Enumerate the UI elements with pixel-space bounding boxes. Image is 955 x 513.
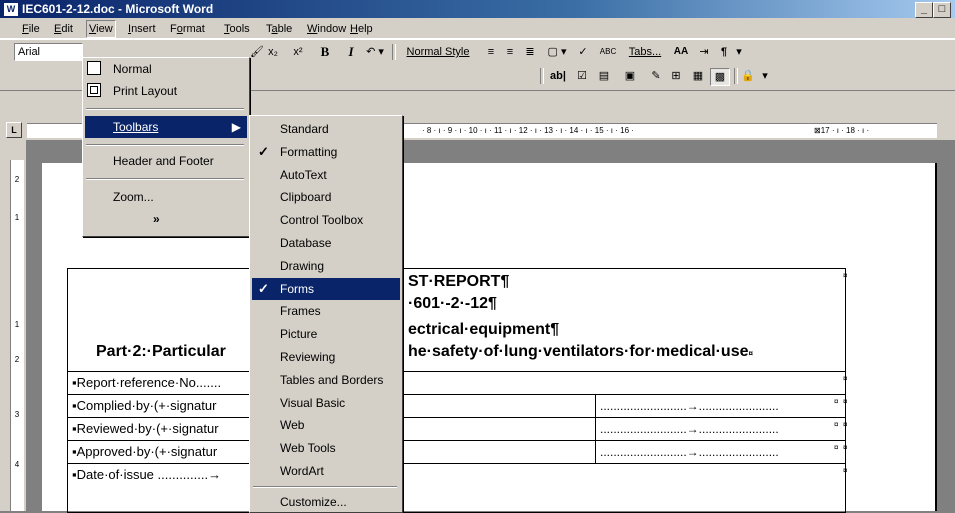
toolbar-options-icon[interactable]: ▾ [734,44,744,60]
toolbar-item-customize[interactable]: Customize... [252,491,400,513]
spelling-icon[interactable]: ✓ [575,44,591,60]
table-row[interactable]: ▪Date·of·issue ..............→ ¤ [68,463,847,486]
menu-item-header-footer[interactable]: Header and Footer [85,150,247,172]
protect-form-icon[interactable]: 🔒 [740,68,756,84]
tab-selector-icon[interactable]: L [6,122,22,138]
indent-icon[interactable]: ⇥ [696,44,712,60]
cell-mark: ¤ [843,271,848,280]
abc-button[interactable]: ABC [597,44,619,60]
header-line-4-left: Part·2:·Particular [96,343,226,360]
toolbar-item-picture[interactable]: Picture [252,323,400,345]
minimize-button[interactable]: _ [915,2,933,18]
change-case-icon[interactable]: AA [670,44,692,60]
toolbar-item-forms[interactable]: ✓ Forms [252,277,400,300]
undo-button[interactable]: ↶ ▾ [362,44,388,60]
justify-icon[interactable]: ≣ [522,44,538,60]
normal-view-icon [87,61,101,75]
window-title: IEC601-2-12.doc - Microsoft Word [22,2,214,16]
subscript-button[interactable]: x₂ [265,44,281,60]
table-row[interactable]: ▪Report·reference·No....... ¤ [68,371,847,394]
toolbar-item-control-toolbox[interactable]: Control Toolbox [252,209,400,231]
table-row[interactable]: ▪Reviewed·by·(+·signatur ...............… [68,417,847,440]
show-formatting-icon[interactable]: ¶ [716,44,732,60]
title-bar: W IEC601-2-12.doc - Microsoft Word _ □ [0,0,955,18]
header-line-2: ·601·-2·-12¶ [408,295,497,312]
insert-frame-icon[interactable]: ▦ [690,68,706,84]
vruler-number: 2 [14,355,20,364]
menu-help[interactable]: Help [348,21,375,37]
table-row[interactable]: ▪Approved·by·(+·signatur ...............… [68,440,847,463]
toolbar-item-autotext[interactable]: AutoText [252,164,400,186]
toolbar-item-web[interactable]: Web [252,414,400,436]
toolbar-item-standard[interactable]: Standard [252,118,400,140]
toolbar-item-visual-basic[interactable]: Visual Basic [252,392,400,414]
header-line-4-right: he·safety·of·lung·ventilators·for·medica… [408,343,753,360]
menu-item-zoom[interactable]: Zoom... [85,186,247,208]
menu-insert[interactable]: Insert [126,21,158,37]
align-center-icon[interactable]: ≡ [502,44,518,60]
dropdown-form-field-icon[interactable]: ▤ [596,68,612,84]
superscript-button[interactable]: x² [290,44,306,60]
form-field-options-icon[interactable]: ▣ [622,68,638,84]
toolbar-item-reviewing[interactable]: Reviewing [252,346,400,368]
menu-view[interactable]: View [86,20,116,38]
vruler-number: 4 [14,460,20,469]
vruler-number: 1 [14,320,20,329]
menu-table[interactable]: Table [264,21,294,37]
bold-button[interactable]: B [318,44,332,60]
toolbar2-options-icon[interactable]: ▾ [760,68,770,84]
form-field-shading-icon[interactable]: ▩ [710,68,730,86]
view-menu: Normal Print Layout Toolbars ▶ Header an… [82,57,250,237]
word-app-icon[interactable]: W [3,2,19,17]
toolbar-item-clipboard[interactable]: Clipboard [252,186,400,208]
text-form-field-icon[interactable]: ab| [548,68,568,84]
borders-icon[interactable]: ▢ ▾ [544,44,570,60]
checkmark-icon: ✓ [258,280,269,296]
menu-window[interactable]: Window [305,21,348,37]
tabs-button[interactable]: Tabs... [622,44,668,60]
checkmark-icon: ✓ [258,143,269,159]
font-name-box[interactable]: Arial [14,43,83,61]
vruler-number: 1 [14,213,20,222]
italic-button[interactable]: I [344,44,358,60]
expand-chevron-icon: » [153,212,160,226]
font-color-icon[interactable]: 🖌 [250,44,264,60]
toolbar-item-tables-and-borders[interactable]: Tables and Borders [252,369,400,391]
menu-edit[interactable]: Edit [52,21,75,37]
menu-bar: File Edit View Insert Format Tools Table Window… [0,18,955,39]
toolbar-item-frames[interactable]: Frames [252,300,400,322]
menu-item-normal[interactable]: Normal [85,58,247,80]
toolbar-item-formatting[interactable]: ✓ Formatting [252,141,400,163]
align-left-icon[interactable]: ≡ [483,44,499,60]
print-layout-icon [87,83,101,97]
menu-tools[interactable]: Tools [222,21,252,37]
normal-style-button[interactable]: Normal Style [398,44,478,60]
toolbar-item-drawing[interactable]: Drawing [252,255,400,277]
menu-expand-button[interactable]: » [85,208,247,230]
vruler-number: 3 [14,410,20,419]
submenu-arrow-icon: ▶ [231,120,241,134]
toolbar-item-database[interactable]: Database [252,232,400,254]
table-row[interactable]: ▪Complied·by·(+·signatur ...............… [68,394,847,417]
menu-item-toolbars[interactable]: Toolbars ▶ [85,116,247,138]
header-line-1: ST·REPORT¶ [408,273,510,290]
toolbars-submenu: Standard ✓ Formatting AutoText Clipboard Cont… [249,115,403,513]
menu-item-print-layout[interactable]: Print Layout [85,80,247,102]
checkbox-form-field-icon[interactable]: ☑ [574,68,590,84]
menu-format[interactable]: Format [168,21,207,37]
maximize-button[interactable]: □ [933,2,951,18]
toolbar-item-web-tools[interactable]: Web Tools [252,437,400,459]
vruler-number: 2 [14,175,20,184]
draw-table-icon[interactable]: ✎ [648,68,664,84]
report-table[interactable]: ST·REPORT¶ ·601·-2·-12¶ ectrical·equipme… [67,268,848,513]
insert-table-icon[interactable]: ⊞ [668,68,684,84]
toolbar-item-wordart[interactable]: WordArt [252,460,400,482]
vertical-ruler[interactable]: 2 1 1 2 3 4 [0,140,27,511]
menu-file[interactable]: File [20,21,42,37]
header-line-3: ectrical·equipment¶ [408,321,560,338]
